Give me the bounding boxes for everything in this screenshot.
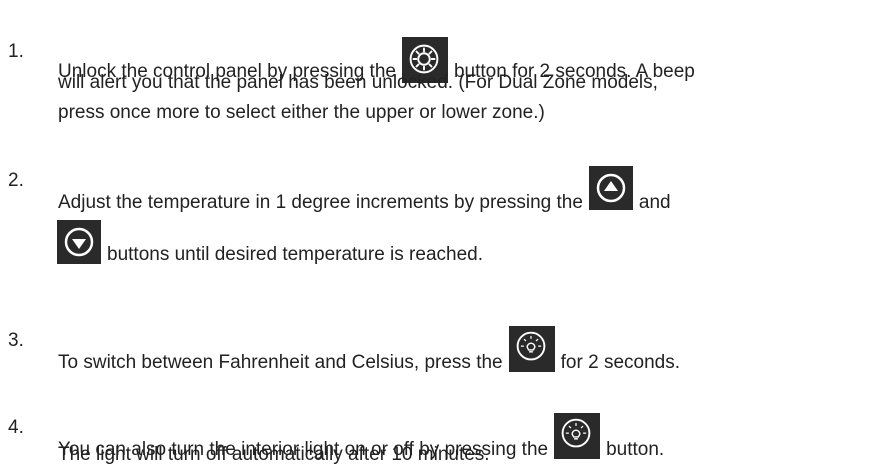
step-number: 1. [8,41,24,62]
step-text: button. [606,439,665,460]
step-number: 4. [8,417,24,438]
step-text: and [638,192,671,213]
light-icon [554,413,601,459]
step-text: for 2 seconds. [560,352,680,373]
step-text: Adjust the temperature in 1 degree incre… [58,192,583,213]
light-icon [508,326,555,372]
step-text: buttons until desired temperature is rea… [107,244,483,265]
step-2-line-1: Adjust the temperature in 1 degree incre… [58,166,671,218]
step-4-line-2: The light will turn off automatically af… [58,444,490,465]
step-text: To switch between Fahrenheit and Celsius… [58,352,503,373]
instructions-page: 1. Unlock the control panel by pressing … [0,0,869,474]
step-3-line-1: To switch between Fahrenheit and Celsius… [58,326,680,378]
step-1-line-3: press once more to select either the upp… [58,102,545,123]
step-2-line-2: buttons until desired temperature is rea… [57,220,483,270]
step-number: 3. [8,330,24,351]
arrow-down-icon [57,220,101,264]
arrow-up-icon [588,166,633,210]
step-1-line-2: will alert you that the panel has been u… [58,72,658,93]
step-number: 2. [8,170,24,191]
